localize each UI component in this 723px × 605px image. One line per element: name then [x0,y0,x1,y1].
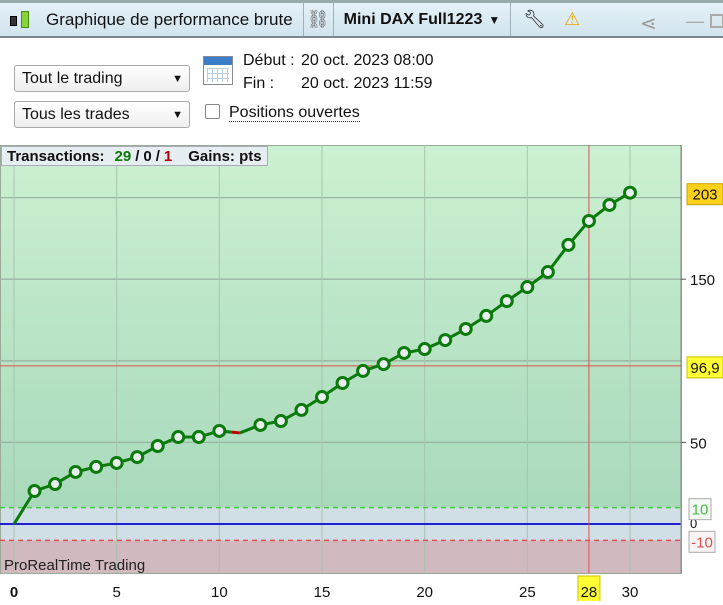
trades-select[interactable]: Tous les trades ▼ [14,101,190,128]
end-label: Fin : [243,75,275,92]
data-point [109,455,124,470]
data-point [48,477,63,492]
performance-chart[interactable]: ProRealTime Trading 50 150 0 5 10 15 20 25 30 0 203… [0,145,723,603]
data-point [27,484,42,499]
watermark: ProRealTime Trading [4,557,145,574]
maximize-icon[interactable] [710,14,723,28]
data-point [150,438,165,453]
data-point [376,357,391,372]
loss-segment [231,430,241,435]
start-value: 20 oct. 2023 08:00 [301,52,434,69]
data-point [561,237,576,252]
instrument-label: Mini DAX Full1223 [343,10,483,28]
data-point [479,308,494,323]
data-point [68,464,83,479]
data-point [130,450,145,465]
title-text: Graphique de performance brute [46,9,293,29]
data-point [335,375,350,390]
data-point [458,321,473,336]
data-point [540,265,555,280]
data-point [294,402,309,417]
start-label: Début : [243,52,295,69]
link-icon[interactable]: ⛓ [304,3,334,36]
x-tick-label: 5 [112,584,120,601]
end-date: Fin : 20 oct. 2023 11:59 [243,75,432,93]
losses-count: 1 [163,147,173,165]
data-point [417,342,432,357]
data-point [253,417,268,432]
profit-band [0,145,681,508]
open-positions-label[interactable]: Positions ouvertes [229,105,360,122]
lower-threshold-label: -10 [691,534,713,551]
gains-label: Gains: pts [188,147,262,165]
data-point [499,294,514,309]
data-point [212,423,227,438]
x-tick-label: 15 [314,584,331,601]
period-value: Tout le trading [22,69,123,87]
minimize-icon[interactable]: — [686,11,704,32]
end-value: 20 oct. 2023 11:59 [301,75,433,92]
cursor-x-label: 28 [581,584,598,601]
instrument-selector[interactable]: Mini DAX Full1223 ▼ [334,3,512,36]
neutral-count: 0 [143,147,152,165]
chart-svg: ProRealTime Trading 50 150 0 5 10 15 20 25 30 0 203… [0,145,723,603]
data-point [89,459,104,474]
separator: / [155,147,160,165]
data-point [315,390,329,405]
y-tick-label: 150 [690,272,715,289]
data-point [171,430,186,445]
upper-threshold-label: 10 [692,502,709,519]
chevron-down-icon: ▼ [488,12,501,27]
trades-value: Tous les trades [22,105,130,123]
last-value-label: 203 [692,187,717,204]
data-point [581,213,596,228]
wins-count: 29 [114,147,132,165]
window-title: Graphique de performance brute [0,3,304,36]
y-tick-label: 50 [690,435,707,452]
wrench-icon[interactable]: 🔧︎ [523,9,546,30]
window-header: Graphique de performance brute ⛓ Mini DA… [0,3,723,38]
data-point [191,430,206,445]
x-tick-label: 10 [211,584,228,601]
candlestick-icon [6,8,34,32]
data-point [356,363,371,378]
data-point [602,197,617,212]
open-positions-checkbox[interactable] [205,104,220,119]
warning-icon[interactable]: ⚠ [564,9,580,30]
x-tick-label: 25 [519,584,536,601]
x-tick-label: 0 [10,584,18,601]
data-point [520,280,535,295]
data-point [438,333,453,348]
separator: / [135,147,140,165]
x-tick-label: 30 [622,584,639,601]
calendar-icon[interactable] [203,56,233,85]
data-point [623,185,637,200]
transactions-summary: Transactions: 29 / 0 / 1 Gains: pts [1,146,268,166]
cursor-y-label: 96,9 [690,360,719,377]
data-point [273,414,288,429]
period-select[interactable]: Tout le trading ▼ [14,65,190,92]
share-icon[interactable]: ⋖ [640,11,657,36]
chevron-down-icon: ▼ [172,108,183,121]
data-point [397,345,412,360]
chevron-down-icon: ▼ [172,72,183,85]
transactions-label: Transactions: [7,147,105,165]
x-tick-label: 20 [416,584,433,601]
start-date: Début : 20 oct. 2023 08:00 [243,52,434,70]
